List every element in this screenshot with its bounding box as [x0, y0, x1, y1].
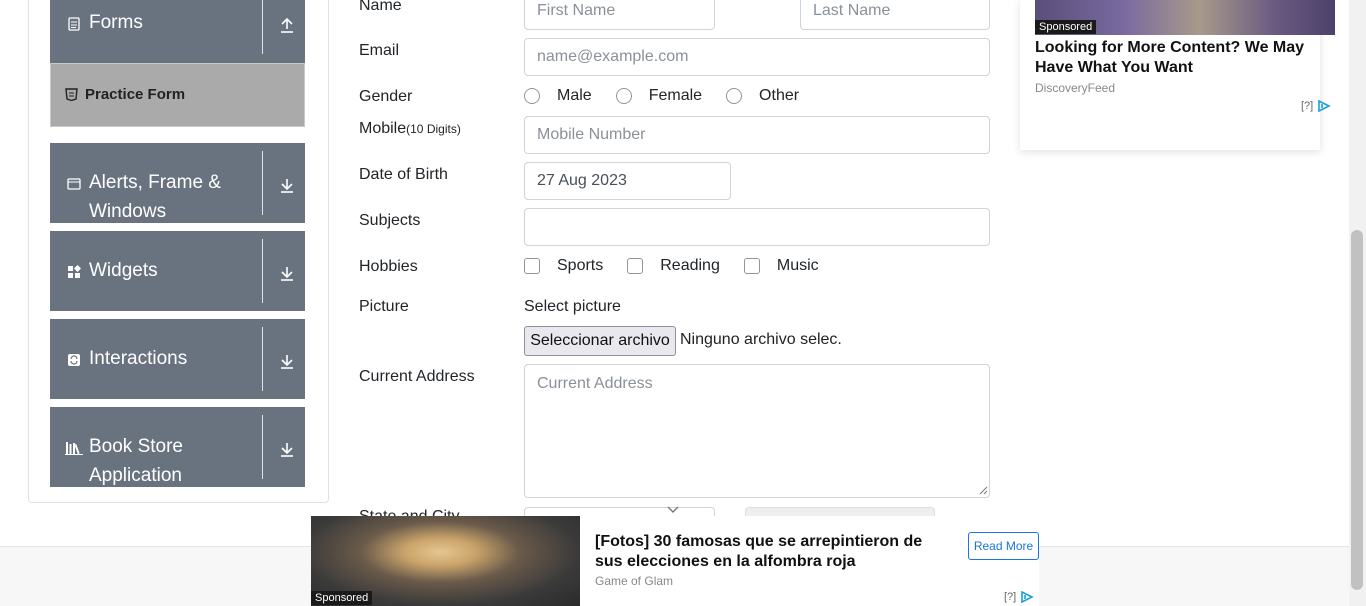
sidebar-group-label: Widgets: [89, 260, 158, 281]
first-name-input[interactable]: First Name: [524, 0, 715, 30]
ad-choices[interactable]: [?]: [1004, 591, 1035, 603]
checkbox-reading[interactable]: [627, 258, 644, 274]
hobby-option-label: Reading: [660, 257, 720, 274]
current-address-textarea[interactable]: Current Address: [524, 364, 990, 498]
hobbies-label: Hobbies: [359, 258, 418, 275]
radio-other[interactable]: [726, 88, 743, 104]
gender-option-label: Other: [759, 87, 800, 104]
gender-radio-group: Male Female Other: [524, 87, 823, 105]
read-more-button[interactable]: Read More: [968, 532, 1039, 560]
mobile-hint: (10 Digits): [406, 122, 461, 136]
sponsored-tag: Sponsored: [311, 591, 373, 605]
window-icon: [67, 178, 81, 190]
radio-female[interactable]: [615, 88, 632, 104]
sidebar-group-label: Forms: [89, 12, 143, 33]
picture-hint: Select picture: [524, 298, 621, 315]
checkbox-music[interactable]: [743, 258, 760, 274]
mobile-label-text: Mobile: [359, 120, 407, 137]
picture-label: Picture: [359, 298, 409, 315]
divider: [262, 239, 263, 303]
sidebar-group-interactions[interactable]: Interactions: [50, 319, 305, 399]
adchoices-icon: [1318, 100, 1332, 112]
state-city-label: State and City: [359, 508, 460, 516]
chevron-down-icon: [667, 506, 679, 513]
gender-label: Gender: [359, 88, 413, 105]
sidebar-group-alerts[interactable]: Alerts, Frame & Windows: [50, 143, 305, 223]
sponsored-tag: Sponsored: [1035, 20, 1097, 34]
ad-headline[interactable]: Looking for More Content? We May Have Wh…: [1035, 38, 1325, 78]
email-label: Email: [359, 42, 400, 59]
adchoices-icon: [1021, 591, 1035, 603]
file-status-text: Ninguno archivo selec.: [680, 331, 842, 348]
hobby-option-label: Sports: [557, 257, 604, 274]
date-of-birth-input[interactable]: 27 Aug 2023: [524, 162, 731, 200]
download-arrow-icon[interactable]: [278, 352, 296, 370]
sidebar-group-widgets[interactable]: Widgets: [50, 231, 305, 311]
download-arrow-icon[interactable]: [278, 264, 296, 282]
sidebar-group-label-line2: Windows: [89, 201, 167, 222]
name-label: Name: [359, 0, 402, 14]
gender-option-label: Female: [648, 87, 703, 104]
sidebar-group-label: Book Store: [89, 436, 183, 457]
scrollbar-thumb[interactable]: [1351, 230, 1363, 590]
subjects-label: Subjects: [359, 212, 421, 229]
checkbox-sports[interactable]: [524, 258, 540, 274]
chevron-up-icon[interactable]: [278, 16, 296, 34]
hobby-option-music[interactable]: Music: [743, 257, 819, 275]
mobile-input[interactable]: Mobile Number: [524, 116, 990, 154]
ad-choices[interactable]: [?]: [1301, 100, 1332, 112]
download-arrow-icon[interactable]: [278, 440, 296, 458]
sidebar-item-label: Practice Form: [85, 86, 186, 103]
ad-source: Game of Glam: [595, 574, 674, 588]
current-address-label: Current Address: [359, 368, 475, 385]
email-input[interactable]: name@example.com: [524, 38, 990, 76]
mobile-label: Mobile(10 Digits): [359, 120, 461, 138]
hobby-option-sports[interactable]: Sports: [524, 257, 603, 275]
gender-option-other[interactable]: Other: [726, 87, 799, 105]
sponsored-ad-right[interactable]: Sponsored Looking for More Content? We M…: [1020, 0, 1335, 150]
divider: [262, 327, 263, 391]
widgets-icon: [68, 265, 81, 278]
ad-choices-label: [?]: [1301, 100, 1314, 112]
divider: [262, 415, 263, 479]
hobby-option-reading[interactable]: Reading: [627, 257, 720, 275]
sidebar-group-label-line2: Application: [89, 465, 182, 486]
resize-handle-icon[interactable]: [979, 486, 988, 495]
state-select[interactable]: [524, 507, 715, 516]
last-name-input[interactable]: Last Name: [800, 0, 990, 30]
ad-choices-label: [?]: [1004, 591, 1017, 603]
divider: [262, 0, 263, 54]
dob-label: Date of Birth: [359, 166, 448, 183]
books-icon: [65, 442, 83, 455]
download-arrow-icon[interactable]: [278, 176, 296, 194]
sponsored-ad-bottom[interactable]: Sponsored [Fotos] 30 famosas que se arre…: [311, 516, 1039, 606]
html5-icon: [65, 88, 78, 101]
gender-option-male[interactable]: Male: [524, 87, 592, 105]
gender-option-female[interactable]: Female: [615, 87, 703, 105]
ad-source: DiscoveryFeed: [1035, 81, 1116, 95]
sidebar-group-bookstore[interactable]: Book Store Application: [50, 407, 305, 487]
divider: [262, 151, 263, 215]
gender-option-label: Male: [557, 87, 592, 104]
sidebar-item-practice-form[interactable]: Practice Form: [50, 63, 305, 127]
sidebar-group-forms[interactable]: Forms: [50, 0, 305, 63]
sidebar-group-label: Interactions: [89, 348, 188, 369]
ad-headline[interactable]: [Fotos] 30 famosas que se arrepintieron …: [595, 532, 935, 572]
city-select[interactable]: [745, 507, 935, 516]
sidebar-group-label: Alerts, Frame &: [89, 172, 221, 193]
form-icon: [68, 17, 80, 31]
hobby-option-label: Music: [776, 257, 819, 274]
radio-male[interactable]: [524, 88, 540, 104]
upload-file-button[interactable]: Seleccionar archivo: [524, 326, 676, 356]
subjects-input[interactable]: [524, 208, 990, 246]
hobbies-checkbox-group: Sports Reading Music: [524, 257, 843, 275]
refresh-icon: [68, 354, 80, 366]
